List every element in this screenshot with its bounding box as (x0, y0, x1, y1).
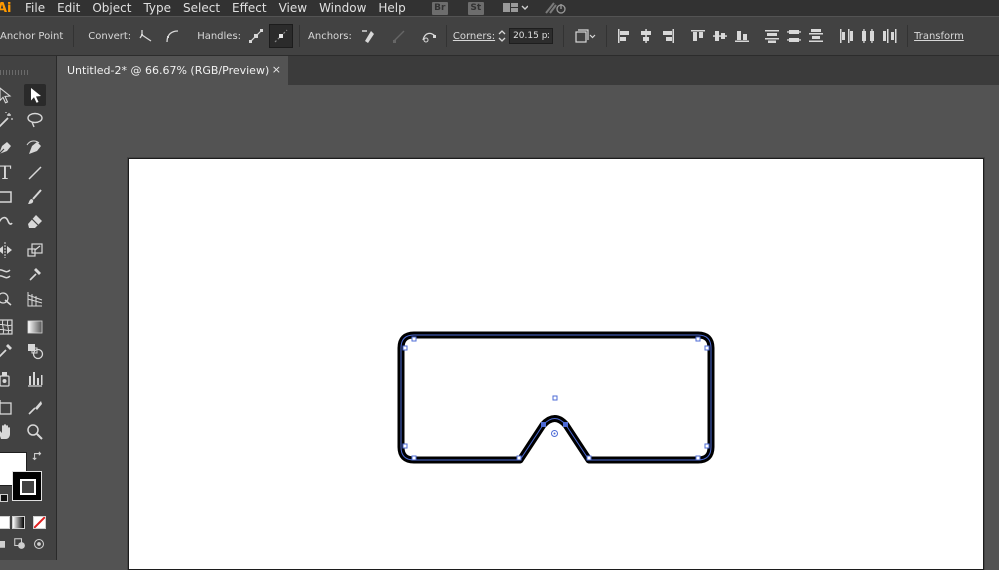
menu-type[interactable]: Type (137, 1, 177, 15)
align-bottom-icon[interactable] (731, 25, 753, 47)
column-graph-tool-icon[interactable] (24, 368, 46, 390)
scale-tool-icon[interactable] (24, 239, 46, 261)
align-horizontal-center-icon[interactable] (635, 25, 657, 47)
draw-normal-icon[interactable] (0, 536, 10, 552)
default-fill-stroke-icon[interactable] (0, 494, 8, 502)
convert-to-corner-icon[interactable] (135, 25, 157, 47)
swap-fill-stroke-icon[interactable] (31, 450, 45, 464)
stock-badge[interactable]: St (467, 1, 484, 15)
distribute-right-icon[interactable] (879, 25, 901, 47)
divider (907, 25, 909, 47)
reflect-tool-icon[interactable] (0, 239, 16, 261)
zoom-tool-icon[interactable] (24, 421, 46, 443)
divider (606, 25, 608, 47)
gradient-mode-button[interactable] (12, 516, 25, 529)
transform-link[interactable]: Transform (914, 31, 964, 42)
anchor-point-mode-label: Anchor Point (0, 30, 64, 42)
rectangle-tool-icon[interactable] (0, 186, 16, 208)
hand-tool-icon[interactable] (0, 421, 16, 443)
menu-view[interactable]: View (273, 1, 313, 15)
stroke-swatch[interactable] (12, 471, 42, 501)
pen-tool-icon[interactable] (0, 137, 16, 159)
select-similar-icon[interactable] (570, 25, 600, 47)
menu-bar: Ai File Edit Object Type Select Effect V… (0, 0, 999, 16)
menu-file[interactable]: File (19, 1, 51, 15)
magic-wand-tool-icon[interactable] (0, 109, 16, 131)
remove-anchor-icon[interactable] (358, 25, 380, 47)
convert-to-smooth-icon[interactable] (161, 25, 183, 47)
cut-path-at-anchor-icon[interactable] (418, 25, 440, 47)
eraser-tool-icon[interactable] (24, 211, 46, 233)
close-tab-icon[interactable]: × (272, 63, 281, 76)
direct-selection-tool-icon[interactable] (24, 84, 46, 106)
tools-panel: T (0, 56, 57, 560)
gpu-performance-icon[interactable] (544, 1, 568, 15)
align-right-icon[interactable] (657, 25, 679, 47)
bridge-badge[interactable]: Br (431, 1, 448, 15)
divider (445, 25, 447, 47)
perspective-grid-tool-icon[interactable] (24, 288, 46, 310)
distribute-horizontal-center-icon[interactable] (857, 25, 879, 47)
shaper-tool-icon[interactable] (0, 211, 16, 233)
paintbrush-tool-icon[interactable] (24, 186, 46, 208)
blend-tool-icon[interactable] (24, 340, 46, 362)
divider (73, 25, 75, 47)
divider (299, 25, 301, 47)
distribute-bottom-icon[interactable] (805, 25, 827, 47)
artboard-tool-icon[interactable] (0, 397, 16, 419)
menu-help[interactable]: Help (372, 1, 411, 15)
warp-tool-icon[interactable] (0, 263, 16, 285)
document-tab[interactable]: Untitled-2* @ 66.67% (RGB/Preview) × (57, 56, 288, 85)
selection-tool-icon[interactable] (0, 84, 16, 106)
workspace-layout-icon[interactable] (502, 2, 528, 14)
line-segment-tool-icon[interactable] (24, 162, 46, 184)
corners-stepper-icon[interactable] (495, 25, 509, 47)
anchors-label: Anchors: (308, 30, 352, 42)
symbol-sprayer-tool-icon[interactable] (0, 368, 16, 390)
align-left-icon[interactable] (613, 25, 635, 47)
mesh-tool-icon[interactable] (0, 316, 16, 338)
corners-label[interactable]: Corners: (453, 31, 495, 42)
corner-radius-field[interactable] (509, 28, 554, 44)
panel-grip[interactable] (0, 70, 30, 75)
menu-window[interactable]: Window (313, 1, 372, 15)
menu-edit[interactable]: Edit (51, 1, 86, 15)
puppet-warp-tool-icon[interactable] (24, 263, 46, 285)
hide-handles-icon[interactable] (269, 24, 294, 48)
canvas-area[interactable] (57, 85, 999, 570)
none-mode-button[interactable] (33, 516, 46, 529)
draw-inside-icon[interactable] (31, 536, 47, 552)
type-tool-glyph: T (0, 162, 12, 184)
type-tool-icon[interactable]: T (0, 162, 16, 184)
vr-goggles-shape[interactable] (57, 85, 999, 560)
distribute-vertical-center-icon[interactable] (783, 25, 805, 47)
shape-builder-tool-icon[interactable] (0, 288, 16, 310)
connect-anchors-icon (388, 25, 410, 47)
draw-behind-icon[interactable] (12, 536, 28, 552)
slice-tool-icon[interactable] (24, 397, 46, 419)
menu-object[interactable]: Object (86, 1, 137, 15)
lasso-tool-icon[interactable] (24, 109, 46, 131)
handles-label: Handles: (197, 30, 242, 42)
show-handles-icon[interactable] (245, 25, 267, 47)
divider (563, 25, 565, 47)
convert-label: Convert: (88, 30, 132, 42)
document-tab-title: Untitled-2* @ 66.67% (RGB/Preview) (67, 64, 270, 77)
align-top-icon[interactable] (687, 25, 709, 47)
curvature-tool-icon[interactable] (24, 137, 46, 159)
control-bar: Anchor Point Convert: Handles: Anchors: … (0, 17, 999, 56)
menu-effect[interactable]: Effect (226, 1, 273, 15)
app-logo: Ai (0, 0, 12, 16)
align-vertical-center-icon[interactable] (709, 25, 731, 47)
eyedropper-tool-icon[interactable] (0, 340, 16, 362)
distribute-left-icon[interactable] (835, 25, 857, 47)
gradient-tool-icon[interactable] (24, 316, 46, 338)
document-tab-bar: Untitled-2* @ 66.67% (RGB/Preview) × (57, 56, 999, 85)
color-mode-button[interactable] (0, 516, 10, 529)
menu-select[interactable]: Select (177, 1, 226, 15)
distribute-top-icon[interactable] (761, 25, 783, 47)
